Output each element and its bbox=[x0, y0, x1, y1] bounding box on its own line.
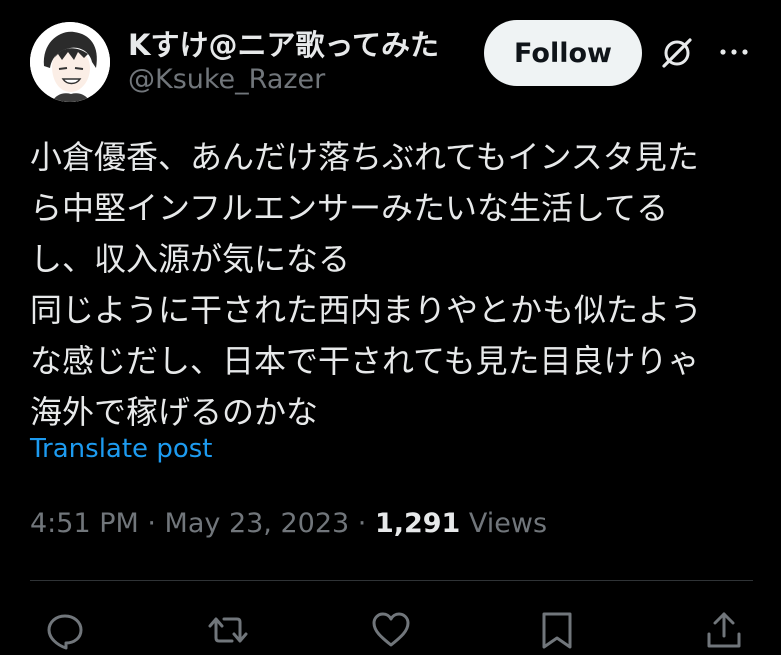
user-avatar-icon bbox=[30, 22, 110, 102]
post-text-line: 小倉優香、あんだけ落ちぶれてもインスタ見た bbox=[30, 138, 699, 176]
share-icon[interactable] bbox=[702, 608, 746, 652]
meta-separator: · bbox=[138, 508, 165, 539]
divider bbox=[30, 580, 753, 581]
follow-button[interactable]: Follow bbox=[484, 20, 642, 86]
repost-icon[interactable] bbox=[206, 608, 250, 652]
post-text: 小倉優香、あんだけ落ちぶれてもインスタ見た ら中堅インフルエンサーみたいな生活し… bbox=[30, 132, 760, 438]
post-date[interactable]: May 23, 2023 bbox=[165, 508, 350, 539]
avatar[interactable] bbox=[30, 22, 110, 102]
author-handle[interactable]: @Ksuke_Razer bbox=[128, 64, 325, 95]
like-icon[interactable] bbox=[369, 608, 413, 652]
translate-post-link[interactable]: Translate post bbox=[30, 434, 212, 464]
reply-icon[interactable] bbox=[43, 608, 87, 652]
meta-separator: · bbox=[349, 508, 375, 539]
bookmark-icon[interactable] bbox=[535, 608, 579, 652]
post-text-line: ら中堅インフルエンサーみたいな生活してる bbox=[30, 189, 669, 227]
author-display-name[interactable]: Kすけ@ニア歌ってみた bbox=[128, 22, 439, 64]
post-text-line: な感じだし、日本で干されても見た目良けりゃ bbox=[30, 342, 700, 380]
tweet-detail: Kすけ@ニア歌ってみた @Ksuke_Razer Follow 小倉優香、あんだ… bbox=[0, 0, 781, 655]
post-text-line: 同じように干された西内まりやとかも似たよう bbox=[30, 291, 703, 329]
post-meta: 4:51 PM · May 23, 2023 · 1,291 Views bbox=[30, 508, 547, 539]
more-icon[interactable] bbox=[716, 34, 752, 70]
grok-icon[interactable] bbox=[658, 34, 696, 72]
post-text-line: し、収入源が気になる bbox=[30, 240, 351, 278]
views-count[interactable]: 1,291 bbox=[375, 508, 460, 539]
post-time[interactable]: 4:51 PM bbox=[30, 508, 139, 539]
views-label[interactable]: Views bbox=[460, 508, 547, 539]
post-text-line: 海外で稼げるのかな bbox=[30, 393, 319, 431]
